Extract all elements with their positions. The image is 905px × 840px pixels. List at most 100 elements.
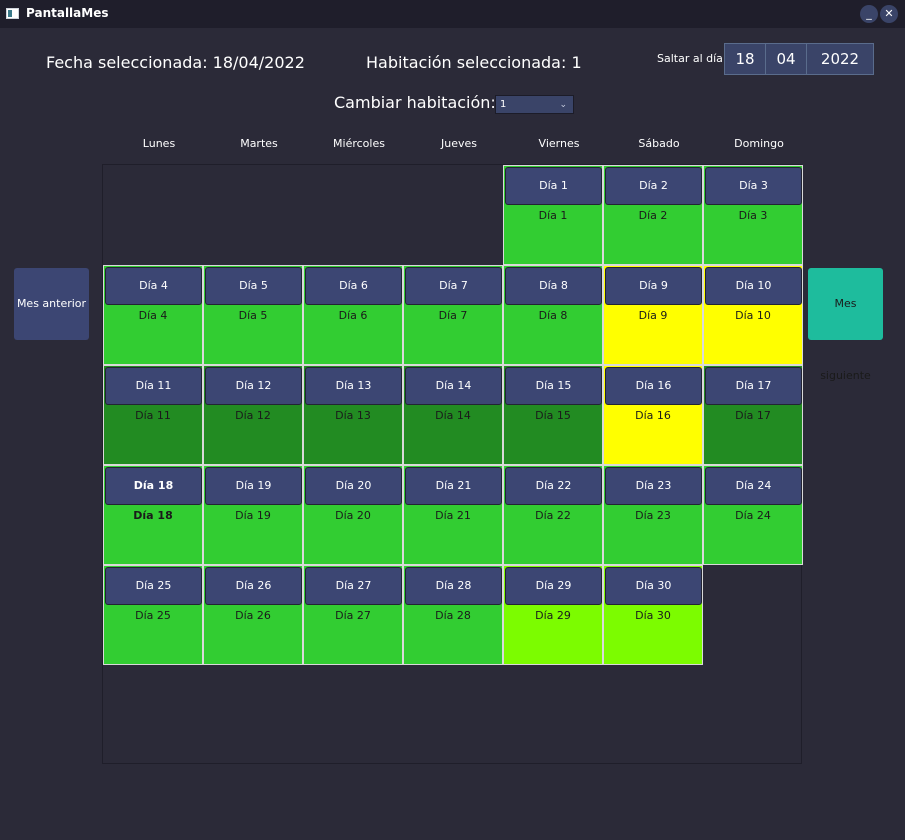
day-button[interactable]: Día 1 <box>505 167 602 205</box>
day-button[interactable]: Día 21 <box>405 467 502 505</box>
close-button[interactable]: ✕ <box>880 5 898 23</box>
day-status-label: Día 17 <box>735 409 771 422</box>
day-button[interactable]: Día 14 <box>405 367 502 405</box>
day-cell: Día 18 Día 18 <box>103 465 203 565</box>
next-month-button[interactable]: Mes siguiente <box>808 268 883 382</box>
day-cell: Día 26 Día 26 <box>203 565 303 665</box>
day-status-label: Día 9 <box>638 309 668 322</box>
day-button[interactable]: Día 18 <box>105 467 202 505</box>
day-status-label: Día 22 <box>535 509 571 522</box>
day-cell: Día 23 Día 23 <box>603 465 703 565</box>
day-button[interactable]: Día 19 <box>205 467 302 505</box>
day-cell: Día 19 Día 19 <box>203 465 303 565</box>
day-status-label: Día 24 <box>735 509 771 522</box>
day-cell: Día 6 Día 6 <box>303 265 403 365</box>
weekday-label: Martes <box>240 137 278 150</box>
day-cell: Día 10 Día 10 <box>703 265 803 365</box>
jump-year-input[interactable]: 2022 <box>806 43 874 75</box>
day-status-label: Día 20 <box>335 509 371 522</box>
day-cell: Día 25 Día 25 <box>103 565 203 665</box>
day-button[interactable]: Día 5 <box>205 267 302 305</box>
day-button[interactable]: Día 26 <box>205 567 302 605</box>
day-button[interactable]: Día 23 <box>605 467 702 505</box>
day-button[interactable]: Día 13 <box>305 367 402 405</box>
day-button[interactable]: Día 12 <box>205 367 302 405</box>
weekday-label: Viernes <box>538 137 580 150</box>
day-status-label: Día 8 <box>538 309 568 322</box>
change-room-label: Cambiar habitación: <box>334 93 496 112</box>
day-button[interactable]: Día 3 <box>705 167 802 205</box>
day-status-label: Día 14 <box>435 409 471 422</box>
day-cell: Día 24 Día 24 <box>703 465 803 565</box>
day-cell: Día 15 Día 15 <box>503 365 603 465</box>
minimize-button[interactable]: _ <box>860 5 878 23</box>
day-status-label: Día 4 <box>138 309 168 322</box>
day-status-label: Día 2 <box>638 209 668 222</box>
day-button[interactable]: Día 2 <box>605 167 702 205</box>
day-cell: Día 3 Día 3 <box>703 165 803 265</box>
day-button[interactable]: Día 9 <box>605 267 702 305</box>
day-button[interactable]: Día 20 <box>305 467 402 505</box>
weekday-label: Jueves <box>441 137 477 150</box>
weekday-label: Sábado <box>638 137 680 150</box>
day-cell: Día 30 Día 30 <box>603 565 703 665</box>
day-cell: Día 12 Día 12 <box>203 365 303 465</box>
previous-month-button[interactable]: Mes anterior <box>14 268 89 340</box>
window-title: PantallaMes <box>26 6 109 20</box>
day-cell: Día 22 Día 22 <box>503 465 603 565</box>
day-button[interactable]: Día 7 <box>405 267 502 305</box>
weekday-label: Miércoles <box>333 137 385 150</box>
title-bar: PantallaMes _ ✕ <box>0 0 905 28</box>
day-cell: Día 2 Día 2 <box>603 165 703 265</box>
day-status-label: Día 11 <box>135 409 171 422</box>
weekday-label: Domingo <box>734 137 784 150</box>
day-status-label: Día 3 <box>738 209 768 222</box>
day-status-label: Día 1 <box>538 209 568 222</box>
day-cell: Día 8 Día 8 <box>503 265 603 365</box>
day-button[interactable]: Día 15 <box>505 367 602 405</box>
day-button[interactable]: Día 28 <box>405 567 502 605</box>
day-cell: Día 11 Día 11 <box>103 365 203 465</box>
jump-day-input[interactable]: 18 <box>724 43 766 75</box>
day-cell: Día 17 Día 17 <box>703 365 803 465</box>
day-button[interactable]: Día 30 <box>605 567 702 605</box>
day-status-label: Día 26 <box>235 609 271 622</box>
day-button[interactable]: Día 24 <box>705 467 802 505</box>
day-button[interactable]: Día 11 <box>105 367 202 405</box>
day-button[interactable]: Día 4 <box>105 267 202 305</box>
day-status-label: Día 5 <box>238 309 268 322</box>
app-icon <box>6 8 19 19</box>
day-button[interactable]: Día 27 <box>305 567 402 605</box>
day-status-label: Día 7 <box>438 309 468 322</box>
day-button[interactable]: Día 25 <box>105 567 202 605</box>
day-button[interactable]: Día 16 <box>605 367 702 405</box>
jump-month-input[interactable]: 04 <box>765 43 807 75</box>
day-cell: Día 14 Día 14 <box>403 365 503 465</box>
day-button[interactable]: Día 17 <box>705 367 802 405</box>
day-status-label: Día 16 <box>635 409 671 422</box>
day-status-label: Día 12 <box>235 409 271 422</box>
day-button[interactable]: Día 10 <box>705 267 802 305</box>
day-cell: Día 13 Día 13 <box>303 365 403 465</box>
room-select-value: 1 <box>500 99 507 110</box>
day-cell: Día 9 Día 9 <box>603 265 703 365</box>
day-status-label: Día 13 <box>335 409 371 422</box>
room-select[interactable]: 1 ⌄ <box>495 95 574 114</box>
day-cell: Día 1 Día 1 <box>503 165 603 265</box>
calendar-grid: Día 1 Día 1 Día 2 Día 2 Día 3 Día 3 Día 4 Día 4… <box>102 164 803 764</box>
day-cell: Día 16 Día 16 <box>603 365 703 465</box>
day-cell: Día 5 Día 5 <box>203 265 303 365</box>
day-button[interactable]: Día 8 <box>505 267 602 305</box>
day-button[interactable]: Día 22 <box>505 467 602 505</box>
day-status-label: Día 15 <box>535 409 571 422</box>
day-cell: Día 7 Día 7 <box>403 265 503 365</box>
day-status-label: Día 25 <box>135 609 171 622</box>
day-status-label: Día 27 <box>335 609 371 622</box>
day-status-label: Día 19 <box>235 509 271 522</box>
day-status-label: Día 29 <box>535 609 571 622</box>
day-status-label: Día 23 <box>635 509 671 522</box>
day-button[interactable]: Día 6 <box>305 267 402 305</box>
day-status-label: Día 30 <box>635 609 671 622</box>
day-status-label: Día 10 <box>735 309 771 322</box>
day-button[interactable]: Día 29 <box>505 567 602 605</box>
